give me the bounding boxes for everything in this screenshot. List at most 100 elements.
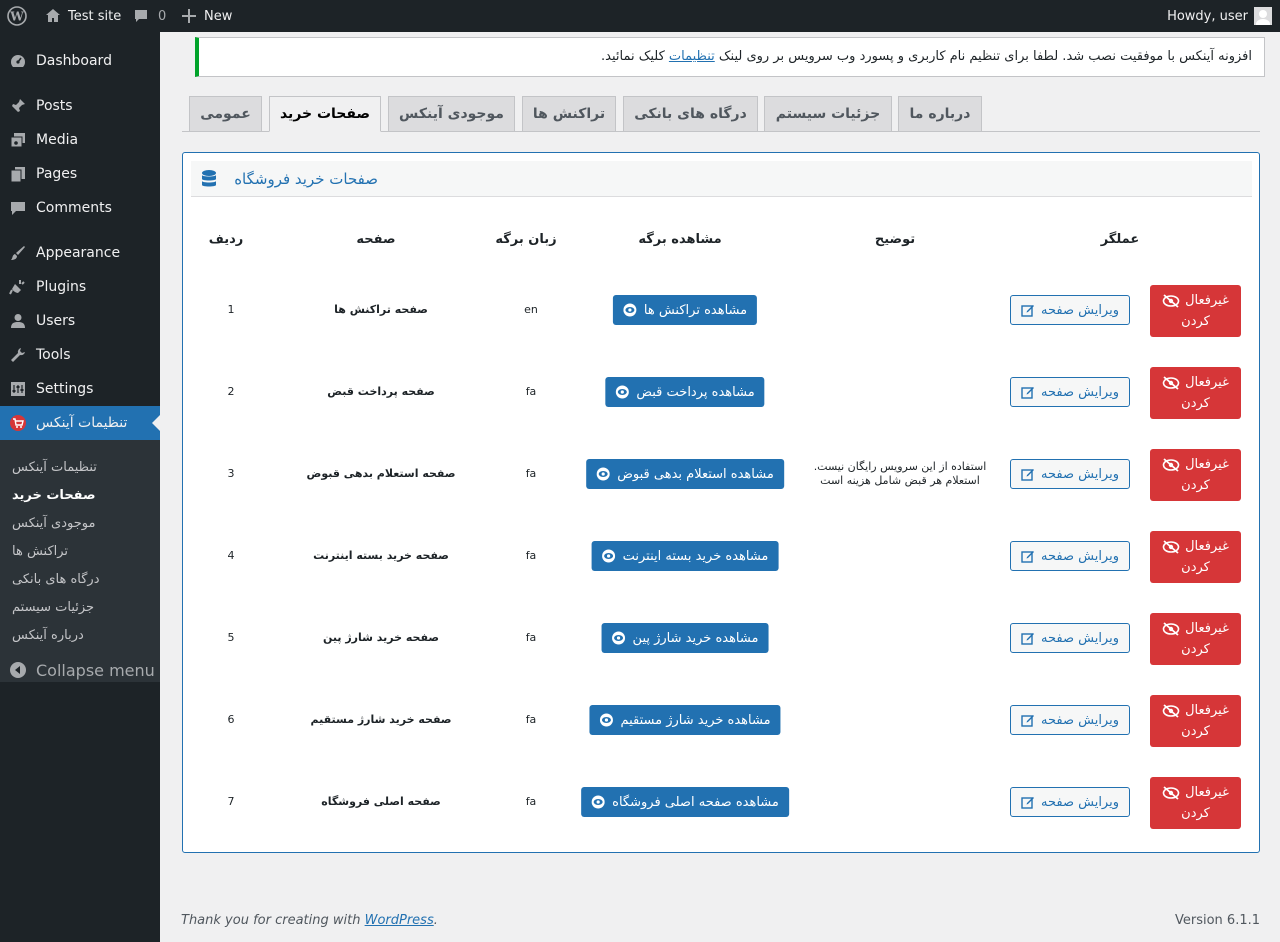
- disable-label: کردن: [1181, 478, 1210, 493]
- tab-purchase-pages[interactable]: صفحات خرید: [269, 96, 381, 132]
- wordpress-link[interactable]: WordPress: [365, 913, 434, 928]
- media-icon: [8, 130, 28, 150]
- edit-page-button[interactable]: ویرایش صفحه: [1010, 623, 1130, 653]
- view-page-label: مشاهده خرید شارژ مستقیم: [620, 712, 771, 728]
- header-page-language: زبان برگه: [495, 232, 557, 247]
- menu-pages[interactable]: Pages: [0, 157, 160, 191]
- tab-system-details[interactable]: جزئیات سیستم: [764, 96, 892, 132]
- edit-page-button[interactable]: ویرایش صفحه: [1010, 541, 1130, 571]
- menu-label: Appearance: [36, 245, 121, 261]
- menu-posts[interactable]: Posts: [0, 89, 160, 123]
- menu-label: Users: [36, 313, 76, 329]
- disable-label: کردن: [1181, 642, 1210, 657]
- view-page-button[interactable]: مشاهده صفحه اصلی فروشگاه: [581, 787, 789, 817]
- view-page-button[interactable]: مشاهده خرید بسته اینترنت: [591, 541, 779, 571]
- cart-icon: [8, 413, 28, 433]
- menu-appearance[interactable]: Appearance: [0, 236, 160, 270]
- menu-label: Dashboard: [36, 53, 112, 69]
- disable-button[interactable]: غیرفعال کردن: [1150, 695, 1241, 747]
- page-name: صفحه اصلی فروشگاه: [321, 795, 441, 808]
- menu-dashboard[interactable]: Dashboard: [0, 44, 160, 78]
- comments-link[interactable]: 0: [133, 0, 166, 32]
- settings-link[interactable]: تنظیمات: [669, 49, 715, 64]
- brush-icon: [8, 243, 28, 263]
- panel-title: صفحات خرید فروشگاه: [234, 170, 378, 188]
- view-page-label: مشاهده خرید شارژ پین: [632, 630, 759, 646]
- edit-page-button[interactable]: ویرایش صفحه: [1010, 295, 1130, 325]
- disable-button[interactable]: غیرفعال کردن: [1150, 285, 1241, 337]
- admin-bar: W Test site 0 New Howdy, user: [0, 0, 1280, 32]
- disable-label-line: غیرفعال: [1150, 454, 1241, 475]
- header-actions: عملگر: [1100, 232, 1140, 247]
- tab-bank-gateways[interactable]: درگاه های بانکی: [623, 96, 758, 132]
- submenu-about-aynex[interactable]: درباره آینکس: [12, 628, 84, 643]
- howdy-text: Howdy, user: [1167, 8, 1248, 24]
- view-page-button[interactable]: مشاهده استعلام بدهی قبوض: [586, 459, 784, 489]
- page-name: صفحه خرید شارژ مستقیم: [310, 713, 452, 726]
- wordpress-logo-icon[interactable]: W: [7, 0, 27, 32]
- view-page-button[interactable]: مشاهده خرید شارژ مستقیم: [589, 705, 781, 735]
- disable-label-line: غیرفعال: [1150, 372, 1241, 393]
- my-account-link[interactable]: Howdy, user: [1167, 0, 1272, 32]
- disable-button[interactable]: غیرفعال کردن: [1150, 367, 1241, 419]
- description-line: استعلام هر قبض شامل هزینه است: [820, 474, 980, 487]
- pages-icon: [8, 164, 28, 184]
- submenu-system-details[interactable]: جزئیات سیستم: [12, 600, 94, 615]
- disable-label: غیرفعال: [1185, 293, 1229, 308]
- page-name: صفحه استعلام بدهی قبوض: [306, 467, 456, 480]
- view-page-label: مشاهده تراکنش ها: [643, 302, 748, 318]
- new-content-link[interactable]: New: [182, 0, 232, 32]
- view-page-button[interactable]: مشاهده پرداخت قبض: [605, 377, 765, 407]
- edit-icon: [1021, 467, 1035, 481]
- site-name: Test site: [68, 8, 122, 24]
- disable-button[interactable]: غیرفعال کردن: [1150, 531, 1241, 583]
- edit-page-label: ویرایش صفحه: [1041, 794, 1119, 810]
- disable-button[interactable]: غیرفعال کردن: [1150, 613, 1241, 665]
- view-page-label: مشاهده استعلام بدهی قبوض: [617, 466, 774, 482]
- menu-users[interactable]: Users: [0, 304, 160, 338]
- submenu-aynex-settings[interactable]: تنظیمات آینکس: [12, 460, 97, 475]
- edit-page-button[interactable]: ویرایش صفحه: [1010, 459, 1130, 489]
- submenu-aynex-balance[interactable]: موجودی آینکس: [12, 516, 95, 531]
- edit-page-button[interactable]: ویرایش صفحه: [1010, 787, 1130, 817]
- disable-button[interactable]: غیرفعال کردن: [1150, 777, 1241, 829]
- menu-label: Posts: [36, 98, 73, 114]
- view-page-button[interactable]: مشاهده تراکنش ها: [612, 295, 758, 325]
- footer-thanks: Thank you for creating with WordPress.: [181, 913, 438, 928]
- disable-label: غیرفعال: [1185, 457, 1229, 472]
- eye-icon: [623, 303, 637, 317]
- disable-label: غیرفعال: [1185, 375, 1229, 390]
- submenu-bank-gateways[interactable]: درگاه های بانکی: [12, 572, 100, 587]
- menu-media[interactable]: Media: [0, 123, 160, 157]
- menu-aynex-settings[interactable]: تنظیمات آینکس: [0, 406, 160, 440]
- pin-icon: [8, 96, 28, 116]
- eye-icon: [596, 467, 610, 481]
- header-view-page: مشاهده برگه: [638, 232, 722, 247]
- tab-about-us[interactable]: درباره ما: [898, 96, 982, 132]
- site-name-link[interactable]: Test site: [44, 0, 121, 32]
- menu-settings[interactable]: Settings: [0, 372, 160, 406]
- submenu-purchase-pages[interactable]: صفحات خرید: [12, 488, 96, 503]
- edit-icon: [1021, 549, 1035, 563]
- tab-aynex-balance[interactable]: موجودی آینکس: [388, 96, 515, 132]
- tab-general[interactable]: عمومی: [189, 96, 262, 132]
- svg-text:W: W: [9, 10, 24, 24]
- disable-button[interactable]: غیرفعال کردن: [1150, 449, 1241, 501]
- user-icon: [8, 311, 28, 331]
- view-page-button[interactable]: مشاهده خرید شارژ پین: [601, 623, 769, 653]
- tab-transactions[interactable]: تراکنش ها: [522, 96, 616, 132]
- page-name: صفحه تراکنش ها: [334, 303, 428, 316]
- dashboard-icon: [8, 51, 28, 71]
- disable-label: کردن: [1181, 724, 1210, 739]
- header-description: توضیح: [874, 232, 916, 247]
- menu-tools[interactable]: Tools: [0, 338, 160, 372]
- collapse-menu-button[interactable]: Collapse menu: [0, 653, 160, 687]
- menu-comments[interactable]: Comments: [0, 191, 160, 225]
- collapse-icon: [8, 660, 28, 680]
- disable-label-line: غیرفعال: [1150, 700, 1241, 721]
- footer-thanks-text: Thank you for creating with: [181, 913, 361, 928]
- edit-page-button[interactable]: ویرایش صفحه: [1010, 705, 1130, 735]
- submenu-transactions[interactable]: تراکنش ها: [12, 544, 68, 559]
- menu-plugins[interactable]: Plugins: [0, 270, 160, 304]
- edit-page-button[interactable]: ویرایش صفحه: [1010, 377, 1130, 407]
